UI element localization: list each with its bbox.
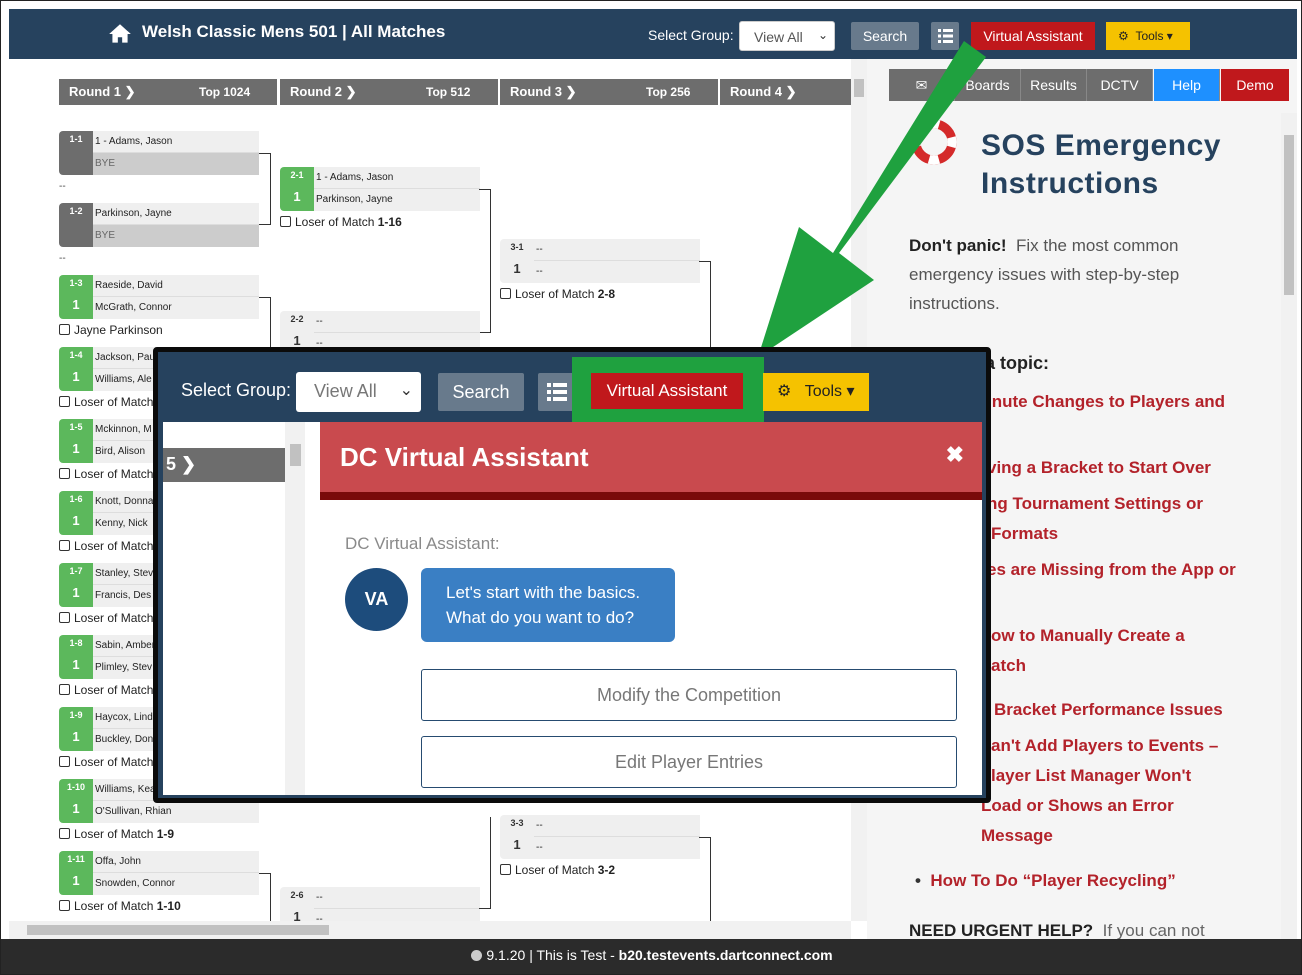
option-edit-player-entries[interactable]: Edit Player Entries: [421, 736, 957, 788]
tools-button[interactable]: ⚙ Tools ▾: [763, 373, 869, 411]
close-icon[interactable]: ✖: [946, 442, 964, 468]
avatar: VA: [345, 568, 408, 631]
inset-scrollbar[interactable]: [285, 422, 305, 795]
round-header-5[interactable]: 5 ❯: [163, 448, 285, 482]
gear-icon: ⚙: [777, 383, 792, 400]
search-button[interactable]: Search: [438, 373, 524, 411]
inset-bracket: 5 ❯: [163, 422, 305, 795]
zoomed-inset: Select Group: View All ⌄ Search Virtual A…: [153, 347, 991, 803]
inset-content: 5 ❯ DC Virtual Assistant ✖ DC Virtual As…: [163, 422, 982, 795]
virtual-assistant-button[interactable]: Virtual Assistant: [591, 373, 743, 409]
select-group-label: Select Group:: [181, 380, 292, 400]
select-group-dropdown[interactable]: View All ⌄: [296, 372, 421, 412]
caret-down-icon: ▾: [846, 383, 855, 400]
list-icon: [547, 383, 567, 401]
scroll-thumb[interactable]: [290, 444, 301, 466]
tools-label: Tools: [804, 383, 843, 400]
chevron-down-icon: ⌄: [399, 382, 413, 399]
va-dialog: DC Virtual Assistant ✖ DC Virtual Assist…: [320, 422, 982, 795]
option-modify-competition[interactable]: Modify the Competition: [421, 669, 957, 721]
chat-bubble: Let's start with the basics. What do you…: [421, 568, 675, 642]
list-view-button[interactable]: [538, 373, 576, 411]
screenshot-frame: Welsh Classic Mens 501 | All Matches Sel…: [0, 0, 1302, 975]
round-label: 5: [166, 454, 177, 474]
speaker-label: DC Virtual Assistant:: [345, 534, 500, 553]
va-dialog-title: DC Virtual Assistant: [340, 442, 589, 472]
va-dialog-header: DC Virtual Assistant ✖: [320, 422, 982, 500]
select-group-value: View All: [314, 381, 377, 401]
